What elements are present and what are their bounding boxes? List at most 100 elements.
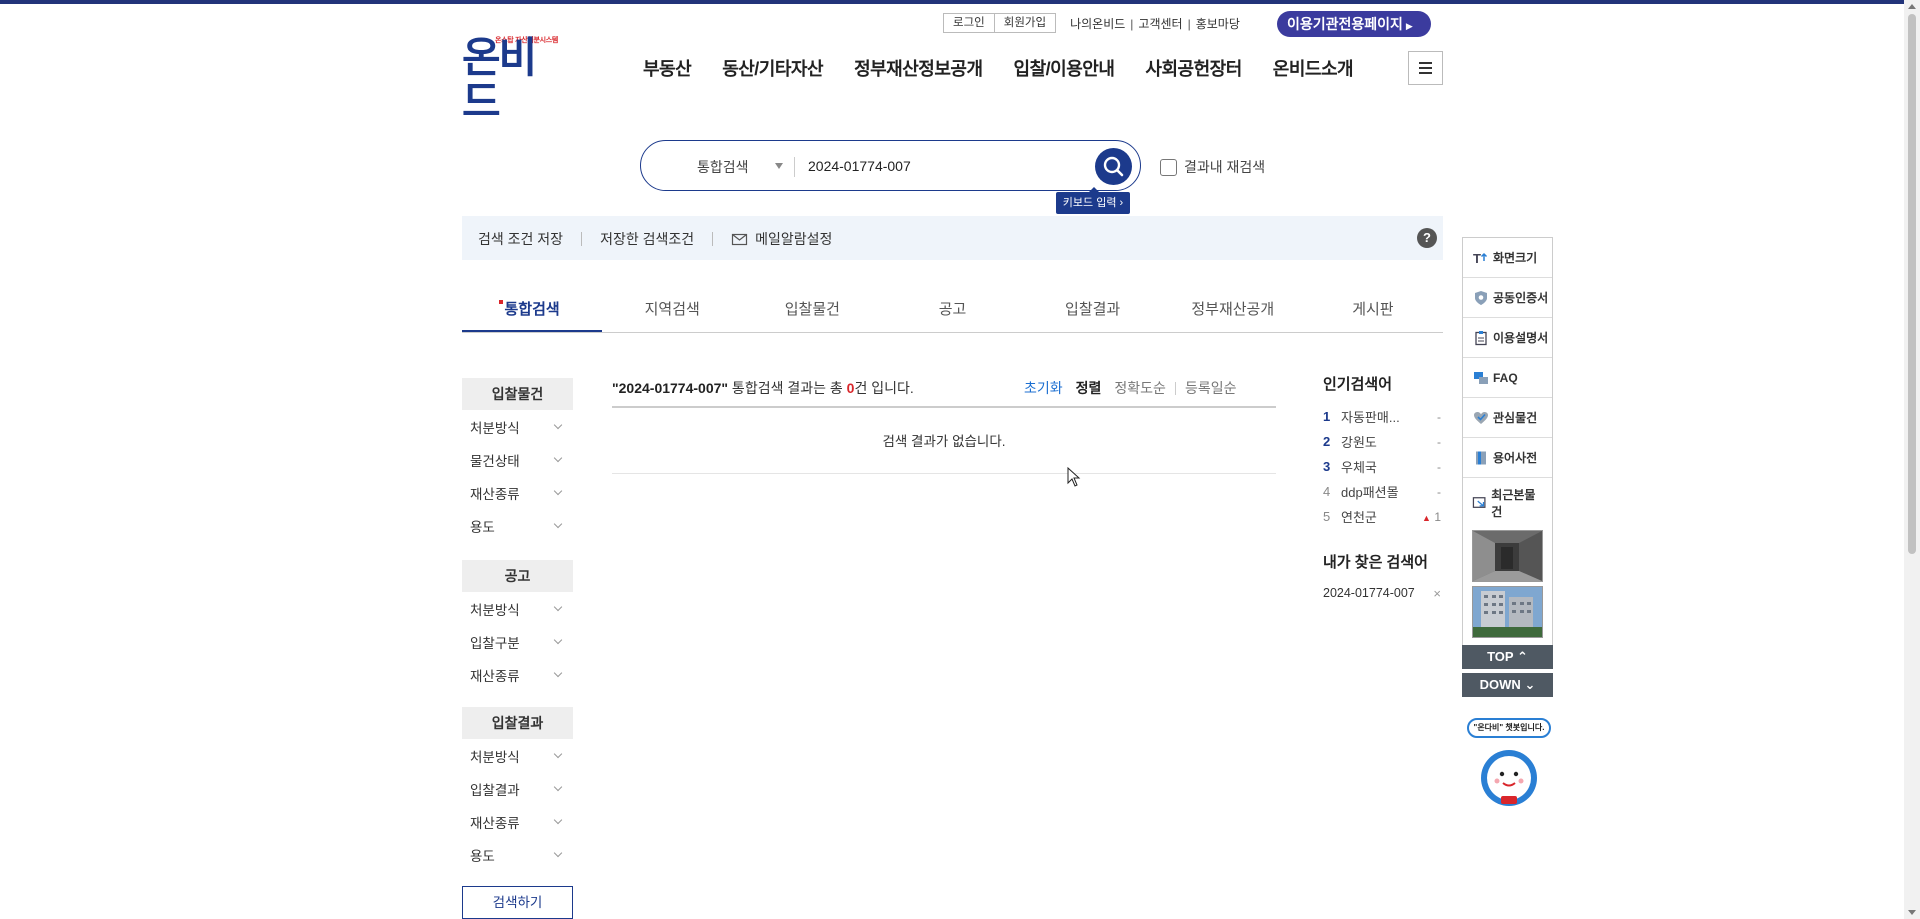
my-search-keyword[interactable]: 2024-01774-007 [1323, 586, 1415, 601]
tab-bid-results[interactable]: 입찰결과 [1023, 288, 1163, 332]
utility-menu: 로그인 회원가입 나의온비드 | 고객센터 | 홍보마당 [943, 13, 1240, 33]
keyboard-input-label: 키보드 입력 [1062, 197, 1117, 209]
quick-certificate[interactable]: 공동인증서 [1463, 278, 1552, 318]
chatbot-launcher[interactable]: "온다비" 챗봇입니다. [1465, 716, 1553, 806]
scroll-top-button[interactable]: TOP ⌃ [1462, 645, 1553, 669]
quick-faq[interactable]: FAQ [1463, 358, 1552, 398]
gnb-movables[interactable]: 동산/기타자산 [722, 55, 823, 81]
search-tabs: 통합검색 지역검색 입찰물건 공고 입찰결과 정부재산공개 게시판 [462, 288, 1443, 333]
filter-search-button[interactable]: 검색하기 [462, 886, 573, 919]
tab-board[interactable]: 게시판 [1303, 288, 1443, 332]
filter-row[interactable]: 처분방식 [462, 739, 573, 772]
play-icon: ▶ [1405, 21, 1413, 31]
result-summary: "2024-01774-007" 통합검색 결과는 총 0건 입니다. [612, 378, 914, 398]
tab-bid-items[interactable]: 입찰물건 [742, 288, 882, 332]
org-page-button[interactable]: 이용기관전용페이지 ▶ [1277, 11, 1431, 37]
shield-icon [1475, 290, 1487, 305]
recent-item-thumbnail[interactable] [1472, 586, 1543, 638]
filter-row[interactable]: 재산종류 [462, 805, 573, 838]
filter-row[interactable]: 용도 [462, 838, 573, 871]
login-button[interactable]: 로그인 [944, 14, 994, 32]
mail-alarm-button[interactable]: 메일알람설정 [731, 229, 832, 249]
my-onbid-link[interactable]: 나의온비드 [1070, 17, 1125, 31]
reset-button[interactable]: 초기화 [1024, 378, 1063, 398]
clipboard-icon [1475, 330, 1487, 345]
chevron-down-icon [553, 635, 563, 644]
auth-buttons: 로그인 회원가입 [943, 13, 1057, 33]
filter-group-notice: 공고 처분방식 입찰구분 재산종류 [462, 560, 573, 691]
chatbot-mascot-icon [1481, 750, 1537, 806]
chevron-down-icon: ⌄ [1524, 677, 1536, 692]
filter-row[interactable]: 용도 [462, 509, 573, 542]
scrollbar-thumb[interactable] [1908, 14, 1916, 554]
chevron-down-icon [553, 486, 563, 495]
popular-title: 인기검색어 [1323, 376, 1393, 393]
my-search-item[interactable]: 2024-01774-007 × [1323, 586, 1441, 601]
tab-gov-property[interactable]: 정부재산공개 [1163, 288, 1303, 332]
research-label[interactable]: 결과내 재검색 [1184, 157, 1265, 177]
page-scrollbar[interactable] [1904, 0, 1920, 919]
tab-integrated[interactable]: 통합검색 [462, 288, 603, 332]
gnb-about[interactable]: 온비드소개 [1273, 55, 1354, 81]
sort-date[interactable]: 등록일순 [1185, 378, 1237, 398]
close-icon[interactable]: × [1433, 586, 1441, 601]
result-keyword: "2024-01774-007" [612, 380, 729, 396]
scroll-down-arrow-icon[interactable] [1908, 910, 1916, 915]
recent-items: 최근본물건 [1463, 478, 1552, 646]
search-button[interactable] [1095, 148, 1132, 185]
filter-group-bid-results: 입찰결과 처분방식 입찰결과 재산종류 용도 [462, 707, 573, 871]
quick-interest[interactable]: 관심물건 [1463, 398, 1552, 438]
help-icon[interactable]: ? [1417, 228, 1437, 248]
filter-row[interactable]: 재산종류 [462, 476, 573, 509]
filter-row[interactable]: 입찰결과 [462, 772, 573, 805]
filter-row[interactable]: 물건상태 [462, 443, 573, 476]
quick-glossary[interactable]: 용어사전 [1463, 438, 1552, 478]
filter-row[interactable]: 재산종류 [462, 658, 573, 691]
filter-row[interactable]: 처분방식 [462, 410, 573, 443]
sort-accuracy[interactable]: 정확도순 [1114, 378, 1166, 398]
customer-center-link[interactable]: 고객센터 [1138, 17, 1182, 31]
chevron-down-icon [553, 848, 563, 857]
sort-label: 정렬 [1075, 380, 1102, 396]
tab-notice[interactable]: 공고 [882, 288, 1022, 332]
popular-item[interactable]: 3 우체국 - [1323, 454, 1441, 479]
tab-region[interactable]: 지역검색 [602, 288, 742, 332]
promo-link[interactable]: 홍보마당 [1196, 17, 1240, 31]
corridor-photo [1473, 531, 1542, 581]
gnb-bid-guide[interactable]: 입찰/이용안내 [1014, 55, 1115, 81]
chevron-down-icon [553, 782, 563, 791]
chat-bubble-icon [1474, 371, 1488, 384]
top-accent-bar [0, 0, 1920, 4]
join-button[interactable]: 회원가입 [993, 14, 1055, 32]
gnb-real-estate[interactable]: 부동산 [643, 55, 692, 81]
search-scope-select[interactable]: 통합검색 [697, 157, 749, 177]
onbid-logo[interactable]: 온스탑 자산처분시스템 온비드 [462, 30, 562, 124]
scroll-up-arrow-icon[interactable] [1908, 4, 1916, 9]
popular-item[interactable]: 5 연천군 ▲ 1 [1323, 504, 1441, 529]
gnb-gov-property[interactable]: 정부재산정보공개 [854, 55, 983, 81]
popular-keywords: 인기검색어 1 자동판매... - 2 강원도 - 3 우체국 - 4 ddp패션몰 - 5 연천… [1323, 373, 1441, 529]
popular-item[interactable]: 1 자동판매... - [1323, 404, 1441, 429]
quick-screen-size[interactable]: T 화면크기 [1463, 238, 1552, 278]
quick-manual[interactable]: 이용설명서 [1463, 318, 1552, 358]
filter-group-title: 입찰물건 [462, 378, 573, 410]
research-checkbox[interactable] [1160, 158, 1177, 176]
logo-text: 온비드 [462, 34, 537, 125]
scroll-down-button[interactable]: DOWN ⌄ [1462, 673, 1553, 697]
filter-row[interactable]: 처분방식 [462, 592, 573, 625]
search-input[interactable] [808, 151, 1078, 181]
chevron-down-icon [553, 519, 563, 528]
recent-item-thumbnail[interactable] [1472, 530, 1543, 582]
search-box: 통합검색 [640, 140, 1141, 191]
gnb-social-market[interactable]: 사회공헌장터 [1145, 55, 1242, 81]
popular-item[interactable]: 4 ddp패션몰 - [1323, 479, 1441, 504]
sort-controls: 초기화 정렬 정확도순 등록일순 [1024, 378, 1236, 398]
quick-menu: T 화면크기 공동인증서 이용설명서 FAQ 관심물건 용어사전 최근본물건 [1462, 237, 1553, 647]
caret-down-icon[interactable] [775, 163, 783, 169]
saved-conditions-button[interactable]: 저장한 검색조건 [600, 229, 694, 249]
filter-row[interactable]: 입찰구분 [462, 625, 573, 658]
keyboard-input-button[interactable]: 키보드 입력 › [1056, 187, 1130, 214]
hamburger-menu-button[interactable] [1408, 51, 1443, 85]
popular-item[interactable]: 2 강원도 - [1323, 429, 1441, 454]
save-condition-button[interactable]: 검색 조건 저장 [478, 229, 563, 249]
